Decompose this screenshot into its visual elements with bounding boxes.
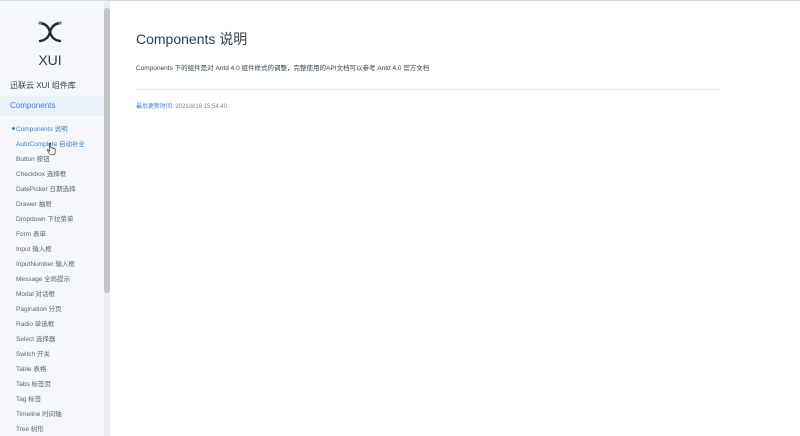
sidebar-item-timeline[interactable]: Timeline 时间轴 (16, 408, 62, 418)
sidebar-item-tabs[interactable]: Tabs 标签页 (16, 378, 51, 388)
xui-logo-icon[interactable] (36, 20, 64, 44)
sidebar-item-modal[interactable]: Modal 对话框 (16, 288, 55, 298)
mouse-pointer-icon (47, 143, 56, 155)
page-title: Components 说明 (136, 31, 248, 47)
sidebar-item-button[interactable]: Button 按钮 (16, 153, 50, 163)
active-bullet-icon (12, 127, 15, 130)
brand-name[interactable]: XUI (0, 52, 100, 68)
last-updated-value: 2021/8/16 15:54:40 (175, 104, 228, 110)
last-updated-label: 最后更新时间: (136, 104, 174, 110)
sidebar-item-inputnumber[interactable]: InputNumber 输入框 (16, 258, 75, 268)
sidebar-item-tree[interactable]: Tree 树形 (16, 423, 44, 433)
site-title[interactable]: 迅联云 XUI 组件库 (10, 80, 76, 91)
sidebar-item-select[interactable]: Select 选择器 (16, 333, 55, 343)
sidebar-item-dropdown[interactable]: Dropdown 下拉菜单 (16, 213, 73, 223)
sidebar-item-checkbox[interactable]: Checkbox 选择框 (16, 168, 66, 178)
sidebar-item-message[interactable]: Message 全局提示 (16, 273, 70, 283)
sidebar-item-form[interactable]: Form 表单 (16, 228, 46, 238)
page-description: Components 下的组件是对 Antd 4.0 组件样式的调整，完整使用的… (136, 65, 430, 72)
last-updated: 最后更新时间: 2021/8/16 15:54:40 (136, 101, 227, 110)
sidebar-scrollbar-thumb[interactable] (104, 8, 110, 293)
top-border (0, 0, 800, 1)
sidebar-item-components[interactable]: Components 说明 (16, 123, 68, 133)
sidebar-item-switch[interactable]: Switch 开关 (16, 348, 50, 358)
sidebar-item-input[interactable]: Input 输入框 (16, 243, 52, 253)
sidebar-section-components[interactable]: Components (10, 101, 55, 110)
sidebar-item-pagination[interactable]: Pagination 分页 (16, 303, 62, 313)
sidebar-item-tag[interactable]: Tag 标签 (16, 393, 41, 403)
sidebar-item-drawer[interactable]: Drawer 抽屉 (16, 198, 52, 208)
sidebar-item-datepicker[interactable]: DatePicker 日期选择 (16, 183, 76, 193)
sidebar-item-table[interactable]: Table 表格 (16, 363, 46, 373)
content-divider (136, 89, 720, 90)
sidebar-item-radio[interactable]: Radio 单选框 (16, 318, 54, 328)
